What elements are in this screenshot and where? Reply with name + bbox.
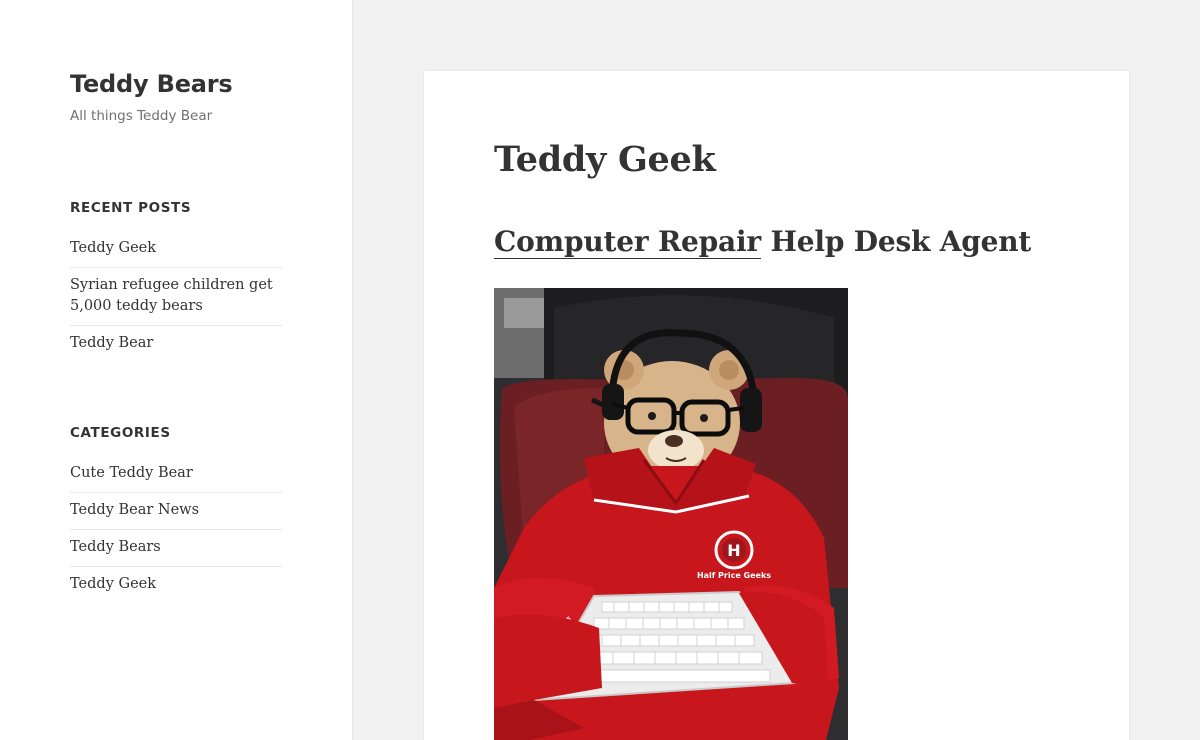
categories-widget: Categories Cute Teddy Bear Teddy Bear Ne…	[70, 425, 282, 603]
sidebar: Teddy Bears All things Teddy Bear Recent…	[0, 0, 353, 740]
entry-heading: Computer Repair Help Desk Agent	[494, 225, 1032, 259]
recent-post-link[interactable]: Teddy Geek	[70, 240, 156, 256]
recent-post-link[interactable]: Syrian refugee children get 5,000 teddy …	[70, 277, 273, 314]
category-link[interactable]: Teddy Geek	[70, 576, 156, 592]
site-title[interactable]: Teddy Bears	[70, 70, 233, 98]
list-item: Cute Teddy Bear	[70, 459, 282, 492]
recent-posts-widget: Recent Posts Teddy Geek Syrian refugee c…	[70, 200, 282, 362]
list-item: Teddy Bear	[70, 325, 282, 362]
list-item: Teddy Bear News	[70, 492, 282, 529]
category-link[interactable]: Teddy Bear News	[70, 502, 199, 518]
list-item: Syrian refugee children get 5,000 teddy …	[70, 267, 282, 325]
logo-text: Half Price Geeks	[697, 571, 771, 580]
category-link[interactable]: Teddy Bears	[70, 539, 161, 555]
main-content: Teddy Geek Computer Repair Help Desk Age…	[424, 71, 1129, 740]
recent-posts-title: Recent Posts	[70, 200, 192, 216]
recent-post-link[interactable]: Teddy Bear	[70, 335, 153, 351]
teddy-bear-photo: H Half Price Geeks Half Price Geeks	[494, 288, 848, 740]
category-link[interactable]: Cute Teddy Bear	[70, 465, 193, 481]
categories-title: Categories	[70, 425, 171, 441]
computer-repair-link[interactable]: Computer Repair	[494, 225, 761, 259]
recent-posts-list: Teddy Geek Syrian refugee children get 5…	[70, 234, 282, 362]
categories-list: Cute Teddy Bear Teddy Bear News Teddy Be…	[70, 459, 282, 603]
heading-text: Help Desk Agent	[760, 225, 1032, 258]
logo-letter: H	[727, 541, 740, 560]
page-title: Teddy Geek	[494, 139, 716, 180]
list-item: Teddy Geek	[70, 234, 282, 267]
teddy-bear-illustration: H Half Price Geeks Half Price Geeks	[494, 288, 848, 740]
site-description: All things Teddy Bear	[70, 108, 213, 124]
list-item: Teddy Geek	[70, 566, 282, 603]
list-item: Teddy Bears	[70, 529, 282, 566]
